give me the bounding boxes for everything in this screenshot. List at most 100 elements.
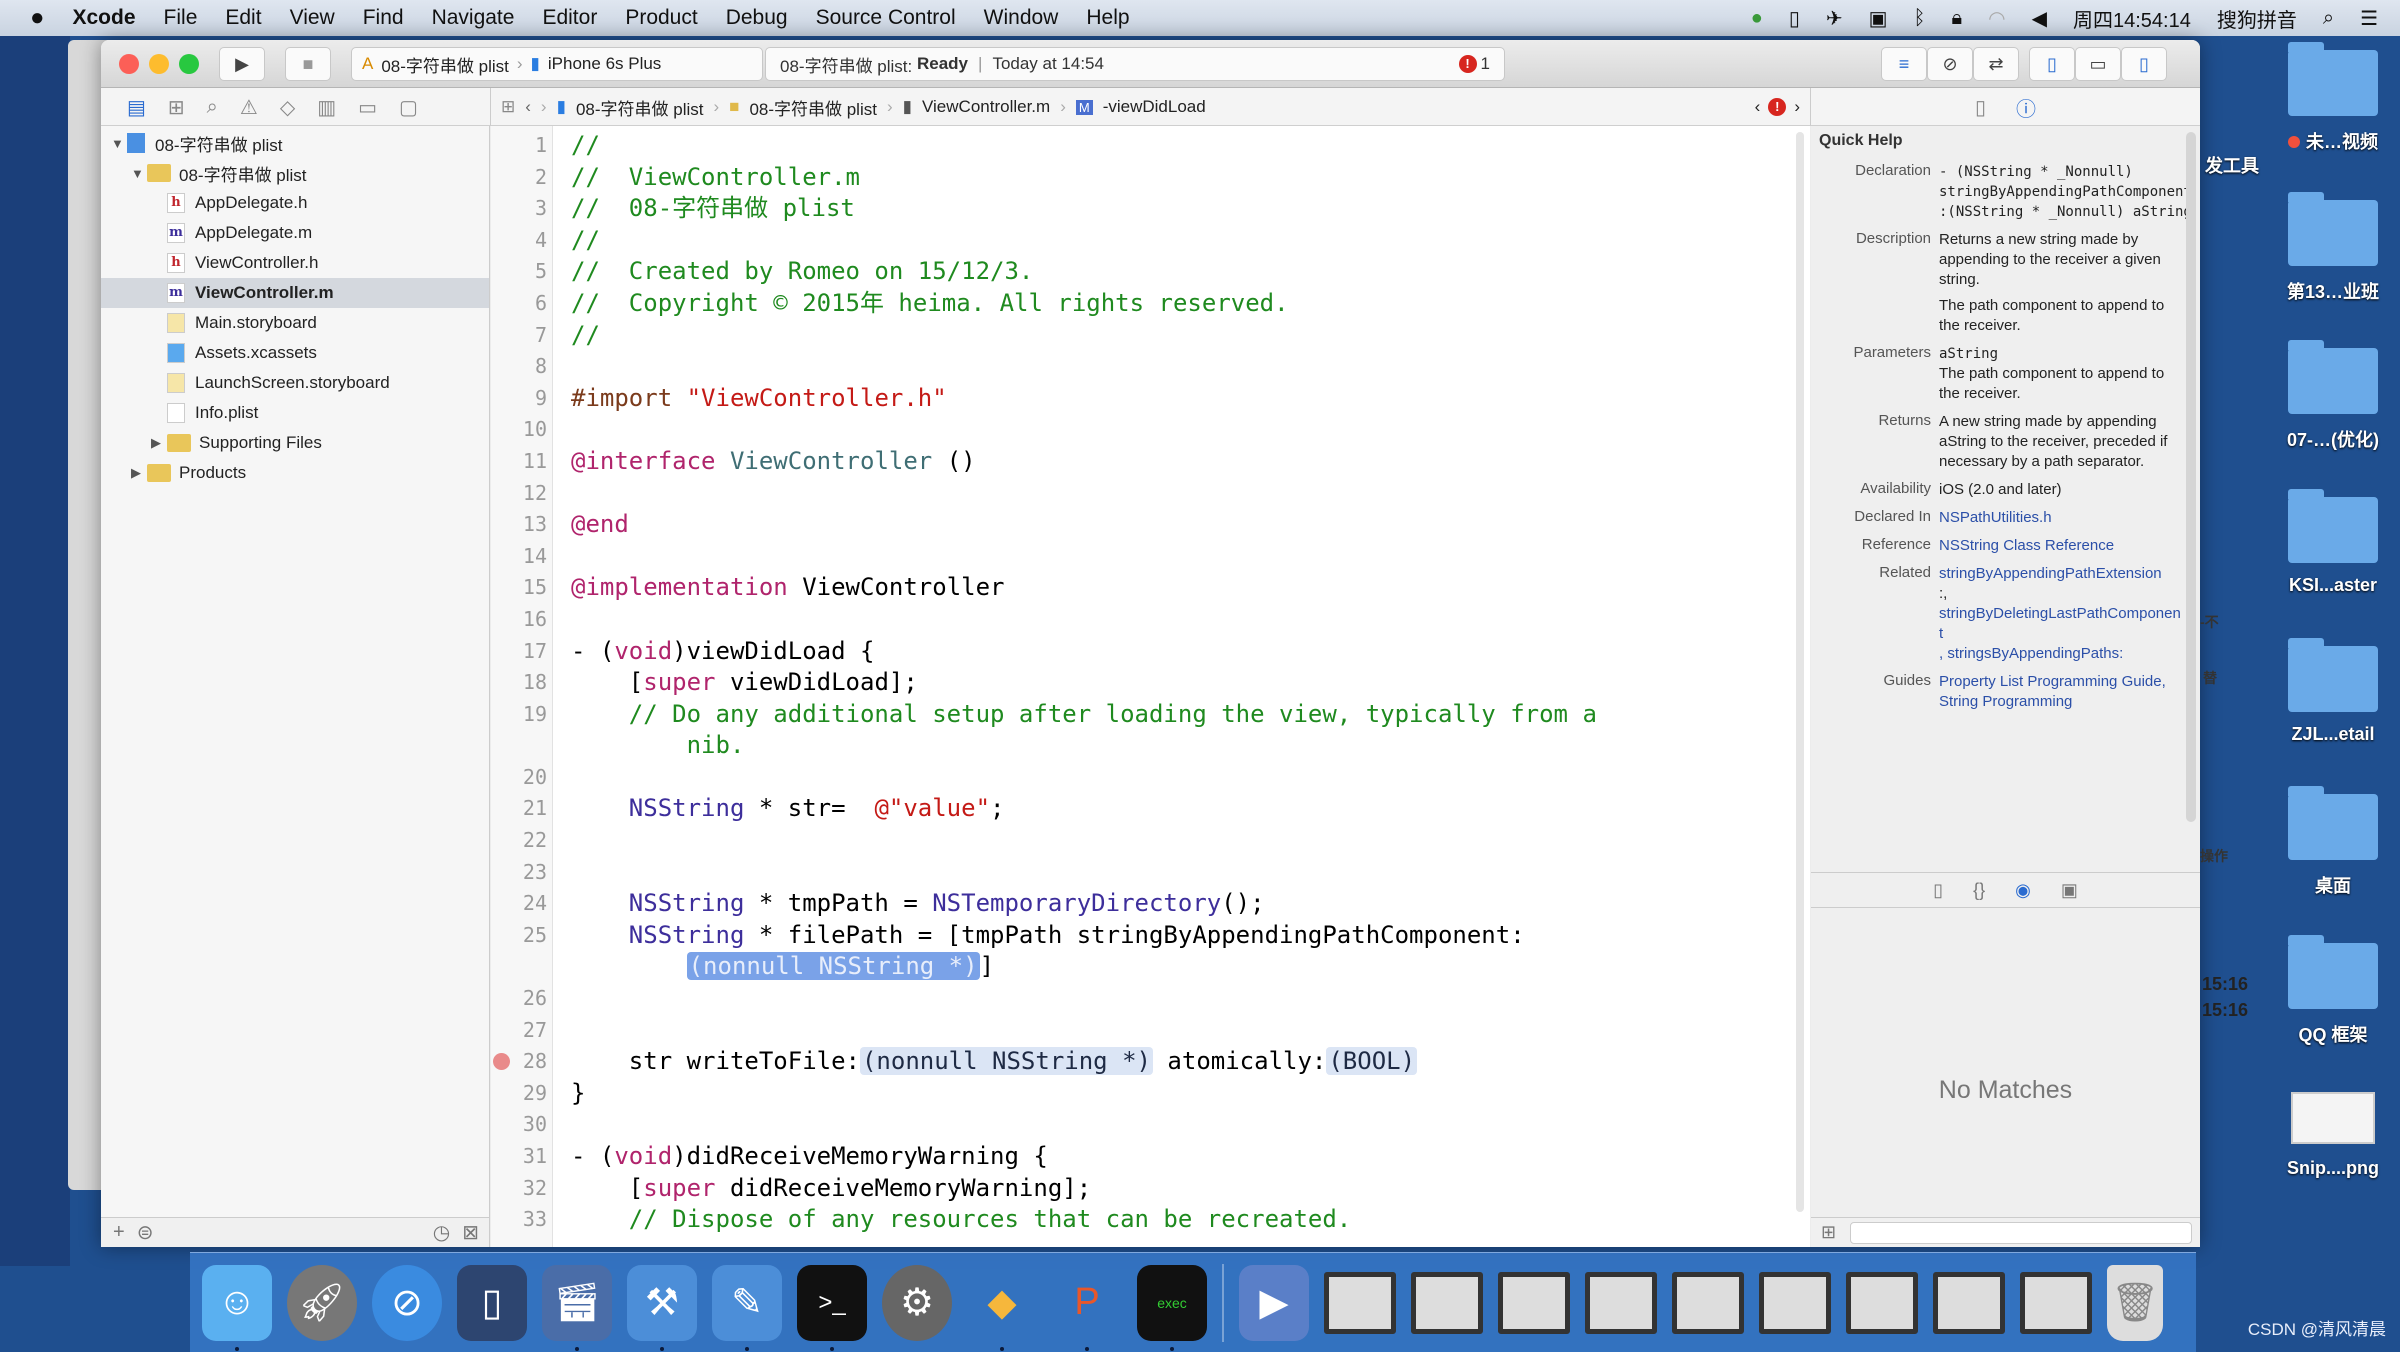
file-tree-item[interactable]: LaunchScreen.storyboard xyxy=(101,368,489,398)
previous-issue-button[interactable]: ‹ xyxy=(1755,97,1761,117)
breakpoint-navigator-icon[interactable]: ▭ xyxy=(358,95,377,120)
forward-button[interactable]: › xyxy=(541,97,547,117)
terminal-icon[interactable]: >_ xyxy=(797,1264,867,1351)
menu-help[interactable]: Help xyxy=(1086,6,1129,30)
related-link[interactable]: stringByDeletingLastPathComponent xyxy=(1939,604,2183,644)
project-navigator-icon[interactable]: ▤ xyxy=(127,95,146,120)
code-line[interactable]: 9 #import "ViewController.h" xyxy=(491,383,1810,415)
minimized-window[interactable] xyxy=(1585,1271,1657,1334)
stop-button[interactable]: ■ xyxy=(285,47,331,81)
minimized-window[interactable] xyxy=(1672,1271,1744,1334)
code-line[interactable]: 27 xyxy=(491,1015,1810,1047)
clock[interactable]: 周四14:54:14 xyxy=(2073,4,2191,33)
code-line[interactable]: 28 str writeToFile:(nonnull NSString *) … xyxy=(491,1046,1810,1078)
sketch-icon[interactable]: ◆ xyxy=(967,1265,1037,1351)
code-line[interactable]: 13 @end xyxy=(491,509,1810,541)
report-navigator-icon[interactable]: ▢ xyxy=(399,95,418,120)
code-line[interactable]: 10 xyxy=(491,414,1810,446)
file-tree-item[interactable]: Info.plist xyxy=(101,398,489,428)
menu-source-control[interactable]: Source Control xyxy=(816,6,956,30)
input-method[interactable]: 搜狗拼音 xyxy=(2217,4,2297,33)
file-tree-item[interactable]: Assets.xcassets xyxy=(101,338,489,368)
minimize-button[interactable] xyxy=(149,54,169,74)
code-line[interactable]: 6 // Copyright © 2015年 heima. All rights … xyxy=(491,288,1810,320)
menu-window[interactable]: Window xyxy=(984,6,1059,30)
code-line[interactable]: (nonnull NSString *)] xyxy=(491,951,1810,983)
menu-edit[interactable]: Edit xyxy=(225,6,261,30)
toggle-debug-area-button[interactable]: ▭ xyxy=(2075,47,2121,81)
toggle-navigator-button[interactable]: ▯ xyxy=(2029,47,2075,81)
file-tree-item[interactable]: h AppDelegate.h xyxy=(101,188,489,218)
reference-link[interactable]: NSString Class Reference xyxy=(1939,537,2114,554)
minimized-window[interactable] xyxy=(1846,1271,1918,1334)
spotlight-icon[interactable]: ⌕ xyxy=(2323,7,2334,30)
desktop-icon[interactable]: ZJL...etail xyxy=(2268,638,2398,745)
minimized-window[interactable] xyxy=(1933,1271,2005,1334)
toggle-utilities-button[interactable]: ▯ xyxy=(2121,47,2167,81)
zoom-button[interactable] xyxy=(179,54,199,74)
code-line[interactable]: 4 // xyxy=(491,225,1810,257)
instruments-icon[interactable]: ✎ xyxy=(712,1264,782,1351)
status-app-icon[interactable]: ● xyxy=(1751,7,1763,30)
menu-find[interactable]: Find xyxy=(363,6,404,30)
code-line[interactable]: 5 // Created by Romeo on 15/12/3. xyxy=(491,256,1810,288)
editor-scrollbar[interactable] xyxy=(1796,132,1804,1212)
file-tree-item[interactable]: ▶ Products xyxy=(101,458,489,488)
code-line[interactable]: 23 xyxy=(491,857,1810,889)
error-icon[interactable]: ! xyxy=(1768,98,1787,116)
code-line[interactable]: 33 // Dispose of any resources that can … xyxy=(491,1204,1810,1236)
file-tree-item[interactable]: ▼ 08-字符串做 plist xyxy=(101,158,489,188)
code-line[interactable]: 7 // xyxy=(491,320,1810,352)
code-snippet-library-icon[interactable]: {} xyxy=(1973,880,1985,901)
related-link[interactable]: stringByAppendingPathExtension xyxy=(1939,564,2183,584)
breadcrumb-group[interactable]: 08-字符串做 plist xyxy=(749,95,877,120)
desktop-icon[interactable]: 07-…(优化) xyxy=(2268,340,2398,452)
assistant-editor-button[interactable]: ⊘ xyxy=(1927,47,1973,81)
desktop-icon[interactable]: Snip....png xyxy=(2268,1092,2398,1179)
disclosure-closed-icon[interactable]: ▶ xyxy=(151,435,167,451)
code-line[interactable]: 26 xyxy=(491,983,1810,1015)
console-icon[interactable]: exec xyxy=(1137,1264,1207,1351)
next-issue-button[interactable]: › xyxy=(1794,97,1800,117)
issue-indicator[interactable]: ! 1 xyxy=(1458,54,1490,74)
code-area[interactable]: 1 // 2 // ViewController.m 3 // 08-字符串做 plist… xyxy=(491,130,1810,1236)
code-placeholder[interactable]: (nonnull NSString *) xyxy=(859,1047,1153,1076)
code-placeholder[interactable]: (nonnull NSString *) xyxy=(686,952,980,981)
xcode-icon[interactable]: ⚒ xyxy=(627,1264,697,1351)
finder-icon[interactable]: ☺ xyxy=(202,1264,272,1351)
volume-icon[interactable]: ◀ xyxy=(2032,6,2047,31)
grid-view-icon[interactable]: ⊞ xyxy=(1821,1222,1836,1243)
code-line[interactable]: 15 @implementation ViewController xyxy=(491,572,1810,604)
add-icon[interactable]: + xyxy=(113,1221,125,1244)
desktop-icon[interactable]: KSI...aster xyxy=(2268,489,2398,596)
breadcrumb-project[interactable]: 08-字符串做 plist xyxy=(576,95,704,120)
code-line[interactable]: 1 // xyxy=(491,130,1810,162)
file-inspector-icon[interactable]: ▯ xyxy=(1975,95,1986,120)
code-line[interactable]: 18 [super viewDidLoad]; xyxy=(491,667,1810,699)
scheme-selector[interactable]: A 08-字符串做 plist › ▮ iPhone 6s Plus xyxy=(351,47,763,81)
menu-xcode[interactable]: Xcode xyxy=(73,6,136,30)
minimized-window[interactable] xyxy=(1411,1271,1483,1334)
minimized-window[interactable] xyxy=(1498,1271,1570,1334)
menu-product[interactable]: Product xyxy=(625,6,697,30)
minimized-window[interactable] xyxy=(1759,1271,1831,1334)
code-line[interactable]: 2 // ViewController.m xyxy=(491,162,1810,194)
code-line[interactable]: 29} xyxy=(491,1078,1810,1110)
quick-help-scrollbar[interactable] xyxy=(2186,132,2196,822)
breadcrumb-method[interactable]: -viewDidLoad xyxy=(1103,97,1206,117)
object-library-icon[interactable]: ◉ xyxy=(2015,880,2031,901)
apple-menu-icon[interactable]: ● xyxy=(30,4,45,32)
safari-icon[interactable]: ⊘ xyxy=(372,1264,442,1341)
recent-files-icon[interactable]: ◷ xyxy=(433,1220,450,1245)
minimized-window[interactable] xyxy=(2020,1271,2092,1334)
desktop-icon[interactable]: 第13…业班 xyxy=(2268,192,2398,304)
code-line[interactable]: 32 [super didReceiveMemoryWarning]; xyxy=(491,1173,1810,1205)
code-line[interactable]: 12 xyxy=(491,478,1810,510)
disclosure-open-icon[interactable]: ▼ xyxy=(111,136,127,151)
test-navigator-icon[interactable]: ◇ xyxy=(280,95,295,120)
scheme-name[interactable]: 08-字符串做 plist xyxy=(381,52,509,77)
code-line[interactable]: 20 xyxy=(491,762,1810,794)
file-tree-item[interactable]: h ViewController.h xyxy=(101,248,489,278)
menu-debug[interactable]: Debug xyxy=(726,6,788,30)
run-button[interactable]: ▶ xyxy=(219,47,265,81)
